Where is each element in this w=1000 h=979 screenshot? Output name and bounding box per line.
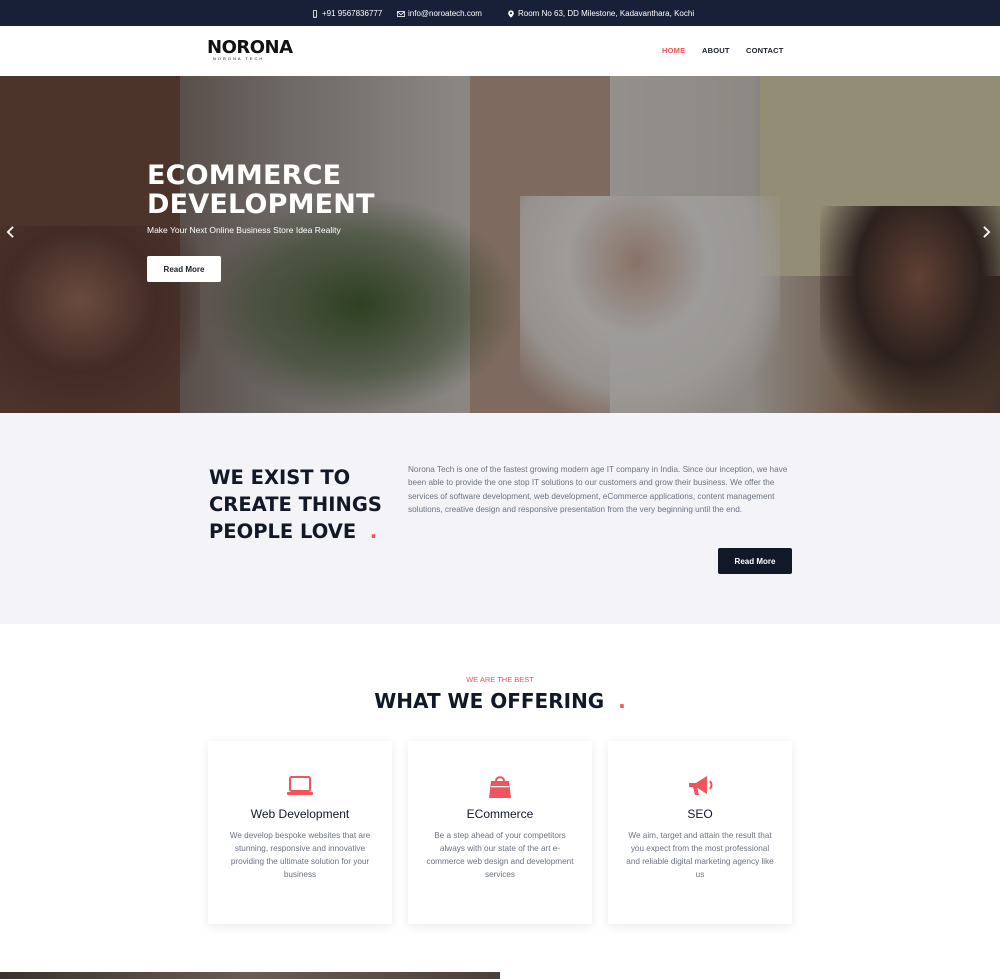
service-card-seo[interactable]: SEO We aim, target and attain the result… — [608, 741, 792, 924]
about-read-more-button[interactable]: Read More — [718, 548, 792, 574]
address-text: Room No 63, DD Milestone, Kadavanthara, … — [518, 9, 695, 18]
nav-contact[interactable]: CONTACT — [746, 46, 784, 55]
site-header: NORONA NORONA TECH HOME ABOUT CONTACT — [0, 26, 1000, 76]
shopping-bag-icon — [489, 776, 511, 798]
about-heading: WE EXIST TO CREATE THINGS PEOPLE LOVE . — [209, 464, 409, 545]
service-card-title: SEO — [687, 807, 713, 821]
service-card-web-development[interactable]: Web Development We develop bespoke websi… — [208, 741, 392, 924]
services-kicker: WE ARE THE BEST — [466, 675, 534, 684]
about-description: Norona Tech is one of the fastest growin… — [408, 465, 788, 514]
logo[interactable]: NORONA NORONA TECH — [207, 37, 293, 62]
service-card-title: Web Development — [250, 807, 350, 821]
hero-slider: ECOMMERCE DEVELOPMENT Make Your Next Onl… — [0, 76, 1000, 413]
about-heading-line1: WE EXIST TO — [209, 466, 351, 489]
logo-wordmark: NORONA — [207, 37, 293, 58]
nav-about[interactable]: ABOUT — [702, 46, 730, 55]
service-card-title: ECommerce — [466, 807, 534, 821]
top-contact-bar: +91 9567836777 info@noroatech.com Room N… — [0, 0, 1000, 26]
slider-prev-arrow-icon[interactable] — [6, 225, 20, 239]
about-section: WE EXIST TO CREATE THINGS PEOPLE LOVE . … — [0, 413, 1000, 624]
service-card-desc: We develop bespoke websites that are stu… — [229, 831, 371, 879]
services-heading-text: WHAT WE OFFERING — [374, 689, 605, 713]
about-heading-line3: PEOPLE LOVE — [209, 520, 357, 543]
service-card-desc: We aim, target and attain the result tha… — [626, 831, 774, 879]
hero-overlay — [0, 76, 1000, 413]
about-heading-line3-wrap: PEOPLE LOVE . — [209, 518, 409, 545]
phone-icon — [313, 9, 317, 18]
phone-contact[interactable]: +91 9567836777 — [311, 9, 382, 18]
location-pin-icon — [508, 9, 514, 18]
service-card-desc: Be a step ahead of your competitors alwa… — [426, 831, 574, 879]
about-heading-dot: . — [369, 520, 378, 543]
megaphone-icon — [689, 776, 713, 795]
hero-title-line2: DEVELOPMENT — [147, 189, 375, 220]
email-text: info@noroatech.com — [408, 9, 482, 18]
laptop-icon — [287, 776, 313, 795]
address-contact: Room No 63, DD Milestone, Kadavanthara, … — [507, 9, 694, 18]
hero-title: ECOMMERCE DEVELOPMENT — [147, 161, 375, 219]
services-heading-dot: . — [618, 689, 626, 713]
email-contact[interactable]: info@noroatech.com — [397, 9, 482, 18]
about-heading-line2: CREATE THINGS — [209, 493, 382, 516]
nav-home[interactable]: HOME — [662, 46, 685, 55]
hero-title-line1: ECOMMERCE — [147, 160, 342, 191]
services-heading: WHAT WE OFFERING . — [0, 689, 1000, 713]
hero-subtitle: Make Your Next Online Business Store Ide… — [147, 225, 341, 235]
phone-text: +91 9567836777 — [322, 9, 383, 18]
service-card-ecommerce[interactable]: ECommerce Be a step ahead of your compet… — [408, 741, 592, 924]
hero-read-more-button[interactable]: Read More — [147, 256, 221, 282]
slider-next-arrow-icon[interactable] — [982, 225, 996, 239]
next-section-image-strip — [0, 972, 500, 979]
mail-icon — [397, 10, 405, 17]
